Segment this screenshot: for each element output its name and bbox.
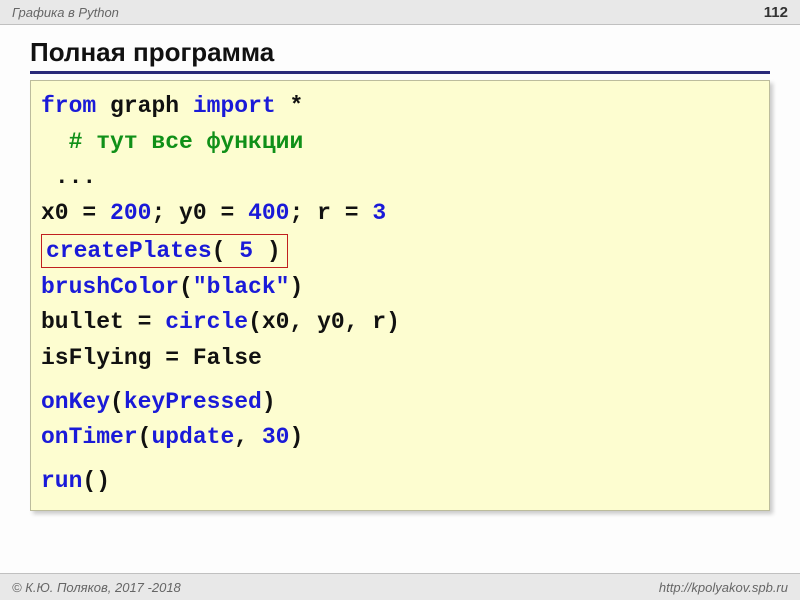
y0-val: 400 [248,200,289,226]
sep2: ; r = [289,200,372,226]
footer-url: http://kpolyakov.spb.ru [659,580,788,595]
bc-open: ( [179,274,193,300]
bc-close: ) [289,274,303,300]
cp-close: ) [253,238,281,264]
fn-ontimer: onTimer [41,424,138,450]
topic-label: Графика в Python [12,5,119,20]
code-block: from graph import * # тут все функции ..… [30,80,770,511]
kw-import: import [193,93,276,119]
sep1: ; y0 = [151,200,248,226]
mod-name: graph [110,93,179,119]
fn-brushcolor: brushColor [41,274,179,300]
slide-title: Полная программа [30,37,770,74]
kw-from: from [41,93,96,119]
fn-run: run [41,468,82,494]
page-number: 112 [764,4,788,21]
slide-header: Графика в Python 112 [0,0,800,25]
fn-createplates: createPlates [46,238,212,264]
run-paren: () [82,468,110,494]
x0-label: x0 = [41,200,110,226]
isflying: isFlying = False [41,345,262,371]
onkey-open: ( [110,389,124,415]
slide-footer: © К.Ю. Поляков, 2017 -2018 http://kpolya… [0,573,800,600]
highlight-box: createPlates( 5 ) [41,234,288,268]
r-val: 3 [372,200,386,226]
fn-onkey: onKey [41,389,110,415]
ontimer-sep: , [234,424,262,450]
circle-args: (x0, y0, r) [248,309,400,335]
dots: ... [55,164,96,190]
x0-val: 200 [110,200,151,226]
bullet-left: bullet = [41,309,165,335]
spacer2 [41,456,759,464]
spacer [41,377,759,385]
ontimer-arg2: 30 [262,424,290,450]
onkey-arg: keyPressed [124,389,262,415]
cp-arg: 5 [239,238,253,264]
ontimer-open: ( [138,424,152,450]
cp-open: ( [212,238,240,264]
ontimer-close: ) [289,424,303,450]
copyright: © К.Ю. Поляков, 2017 -2018 [12,580,181,595]
star: * [290,93,304,119]
fn-circle: circle [165,309,248,335]
ontimer-arg1: update [151,424,234,450]
comment: # тут все функции [69,129,304,155]
onkey-close: ) [262,389,276,415]
bc-arg: "black" [193,274,290,300]
